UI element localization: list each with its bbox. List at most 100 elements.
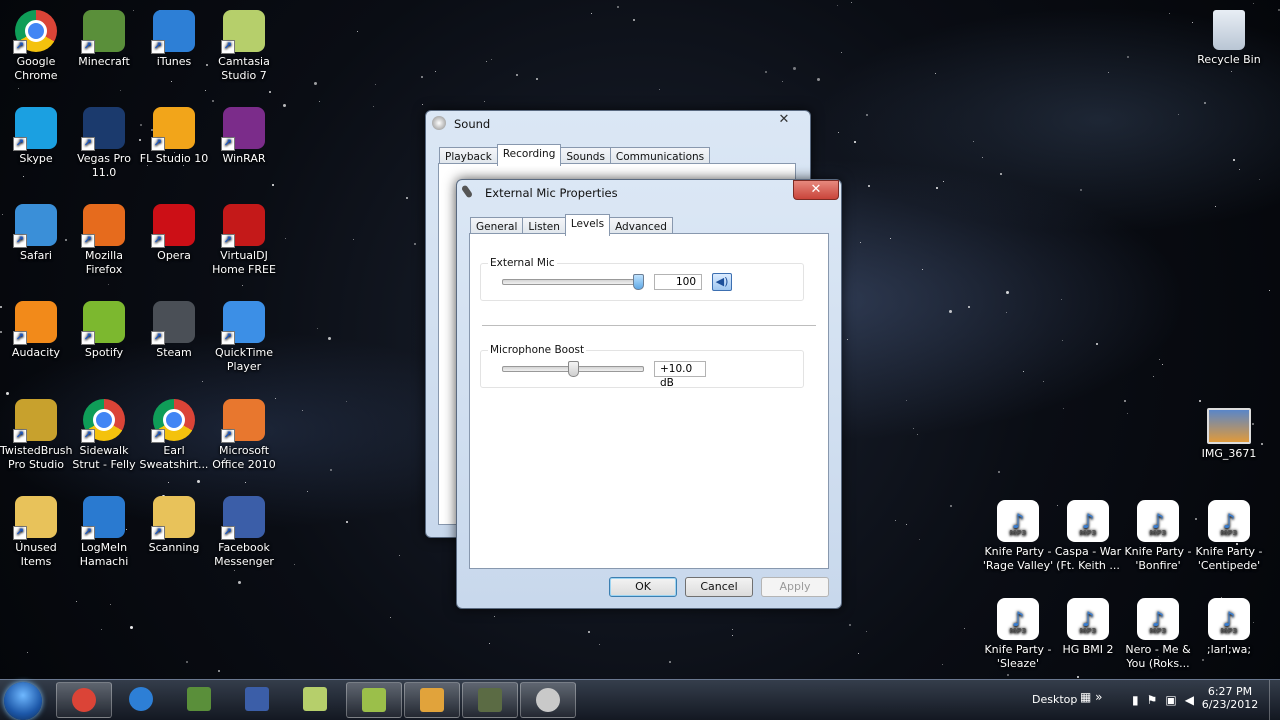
mp3-file-label: Nero - Me & You (Roks...	[1125, 643, 1191, 670]
desktop-icon-recycle-bin[interactable]: Recycle Bin	[1193, 6, 1265, 67]
shortcut-arrow-icon: ↗	[221, 137, 235, 151]
power-icon[interactable]: ▮	[1132, 693, 1147, 707]
shortcut-arrow-icon: ↗	[13, 137, 27, 151]
show-desktop-button[interactable]	[1269, 680, 1280, 720]
shortcut-arrow-icon: ↗	[81, 40, 95, 54]
taskbar-button-chrome[interactable]	[56, 682, 112, 718]
mp3-tag: MP3	[1079, 627, 1097, 635]
tab-levels[interactable]: Levels	[564, 214, 611, 236]
desktop-icon-minecraft[interactable]: ↗ Minecraft	[68, 6, 140, 69]
virtualdj-icon: ↗	[221, 204, 265, 248]
boost-level-value[interactable]: +10.0 dB	[654, 361, 706, 389]
tab-recording[interactable]: Recording	[496, 144, 562, 166]
start-button[interactable]	[4, 682, 42, 720]
star	[285, 238, 286, 239]
desktop-icon-img-file[interactable]: IMG_3671	[1193, 404, 1265, 461]
taskbar-button-sound[interactable]	[520, 682, 576, 718]
sound-close-button[interactable]: ✕	[762, 111, 806, 129]
star	[330, 469, 332, 471]
boost-slider-thumb[interactable]	[567, 361, 579, 377]
desktop-icon-mp3-file[interactable]: ♪ MP3 ;larl;wa;	[1193, 594, 1265, 657]
shortcut-arrow-icon: ↗	[81, 234, 95, 248]
desktop-icon-quicktime[interactable]: ↗ QuickTime Player	[208, 297, 280, 374]
star	[346, 401, 347, 402]
desktop-icon-vegas[interactable]: ↗ Vegas Pro 11.0	[68, 103, 140, 180]
taskbar-button-paint[interactable]	[404, 682, 460, 718]
desktop-icon-firefox[interactable]: ↗ Mozilla Firefox	[68, 200, 140, 277]
external-mic-slider-thumb[interactable]	[633, 274, 644, 290]
apply-button[interactable]: Apply	[761, 577, 829, 597]
desktop-icon-scanning[interactable]: ↗ Scanning	[138, 492, 210, 555]
star	[269, 91, 271, 93]
desktop-icon-camtasia[interactable]: ↗ Camtasia Studio 7	[208, 6, 280, 83]
desktop-icon-mp3-file[interactable]: ♪ MP3 Knife Party - 'Centipede'	[1193, 496, 1265, 573]
desktop-icon-hamachi[interactable]: ↗ LogMeIn Hamachi	[68, 492, 140, 569]
desktop-icon-messenger[interactable]: ↗ Facebook Messenger	[208, 492, 280, 569]
taskbar-button-minecraft[interactable]	[172, 682, 226, 716]
desktop-toolbar-label[interactable]: Desktop	[1032, 693, 1077, 706]
star	[782, 81, 783, 82]
desktop-icon-mp3-file[interactable]: ♪ MP3 Caspa - War (Ft. Keith ...	[1052, 496, 1124, 573]
external-mic-slider-track[interactable]	[502, 279, 644, 285]
shortcut-arrow-icon: ↗	[151, 234, 165, 248]
star	[238, 581, 241, 584]
star	[406, 197, 408, 199]
desktop-icon-safari[interactable]: ↗ Safari	[0, 200, 72, 263]
desktop-icon-winrar[interactable]: ↗ WinRAR	[208, 103, 280, 166]
cancel-button[interactable]: Cancel	[685, 577, 753, 597]
desktop-icon-mp3-file[interactable]: ♪ MP3 Nero - Me & You (Roks...	[1122, 594, 1194, 671]
mute-speaker-button[interactable]: ◀)	[712, 273, 732, 291]
taskbar-button-messenger[interactable]	[230, 682, 284, 716]
mic-properties-window[interactable]: External Mic Properties ✕ General Listen…	[456, 179, 842, 609]
desktop-icon-steam[interactable]: ↗ Steam	[138, 297, 210, 360]
desktop-icon-label: Sidewalk Strut - Felly	[72, 444, 136, 471]
desktop-icon-chrome[interactable]: ↗ Google Chrome	[0, 6, 72, 83]
desktop-icon-spotify[interactable]: ↗ Spotify	[68, 297, 140, 360]
safari-icon: ↗	[13, 204, 57, 248]
desktop-icon-twistedbrush[interactable]: ↗ TwistedBrush Pro Studio	[0, 395, 73, 472]
taskbar-button-recorder[interactable]	[462, 682, 518, 718]
desktop-icon-itunes[interactable]: ↗ iTunes	[138, 6, 210, 69]
star	[837, 5, 838, 6]
desktop-icon-office[interactable]: ↗ Microsoft Office 2010	[208, 395, 280, 472]
desktop-icon-chrome[interactable]: ↗ Sidewalk Strut - Felly	[68, 395, 140, 472]
desktop-icon-label: Spotify	[84, 346, 124, 359]
clock[interactable]: 6:27 PM 6/23/2012	[1200, 685, 1260, 711]
taskbar-button-itunes[interactable]	[114, 682, 168, 716]
wifi-icon[interactable]: ▣	[1165, 693, 1184, 707]
flstudio-icon: ↗	[151, 107, 195, 151]
external-mic-label: External Mic	[488, 257, 557, 269]
flag-icon[interactable]: ⚑	[1147, 693, 1166, 707]
taskbar-button-camtasia[interactable]	[288, 682, 342, 716]
image-file-icon	[1207, 408, 1251, 444]
desktop-icon-skype[interactable]: ↗ Skype	[0, 103, 72, 166]
star	[353, 239, 354, 240]
desktop-icon-mp3-file[interactable]: ♪ MP3 Knife Party - 'Rage Valley'	[982, 496, 1054, 573]
star	[1215, 206, 1216, 207]
firefox-icon: ↗	[81, 204, 125, 248]
external-mic-level-value[interactable]: 100	[654, 274, 702, 290]
network-icon[interactable]: ▦	[1080, 690, 1091, 704]
desktop-icon-label: Microsoft Office 2010	[212, 444, 276, 471]
ok-button[interactable]: OK	[609, 577, 677, 597]
desktop-icon-audacity[interactable]: ↗ Audacity	[0, 297, 72, 360]
desktop-icon-label: Mozilla Firefox	[85, 249, 123, 276]
star	[294, 564, 295, 565]
mic-close-button[interactable]: ✕	[793, 180, 839, 200]
star	[101, 629, 102, 630]
show-hidden-icons-chevron-icon[interactable]: »	[1095, 690, 1102, 704]
desktop-icon-opera[interactable]: ↗ Opera	[138, 200, 210, 263]
star	[765, 71, 767, 73]
taskbar-button-camtasia-recorder[interactable]	[346, 682, 402, 718]
desktop-icon-chrome[interactable]: ↗ Earl Sweatshirt...	[138, 395, 210, 472]
mp3-file-icon: ♪ MP3	[1208, 500, 1250, 542]
desktop-icon-virtualdj[interactable]: ↗ VirtualDJ Home FREE	[208, 200, 280, 277]
desktop-icon-mp3-file[interactable]: ♪ MP3 Knife Party - 'Sleaze'	[982, 594, 1054, 671]
desktop-icon-flstudio[interactable]: ↗ FL Studio 10	[138, 103, 210, 166]
desktop-icon-mp3-file[interactable]: ♪ MP3 HG BMI 2	[1052, 594, 1124, 657]
shortcut-arrow-icon: ↗	[221, 331, 235, 345]
desktop-icon-folder[interactable]: ↗ Unused Items	[0, 492, 72, 569]
desktop-icon-mp3-file[interactable]: ♪ MP3 Knife Party - 'Bonfire'	[1122, 496, 1194, 573]
star	[1043, 381, 1044, 382]
star	[373, 106, 374, 107]
